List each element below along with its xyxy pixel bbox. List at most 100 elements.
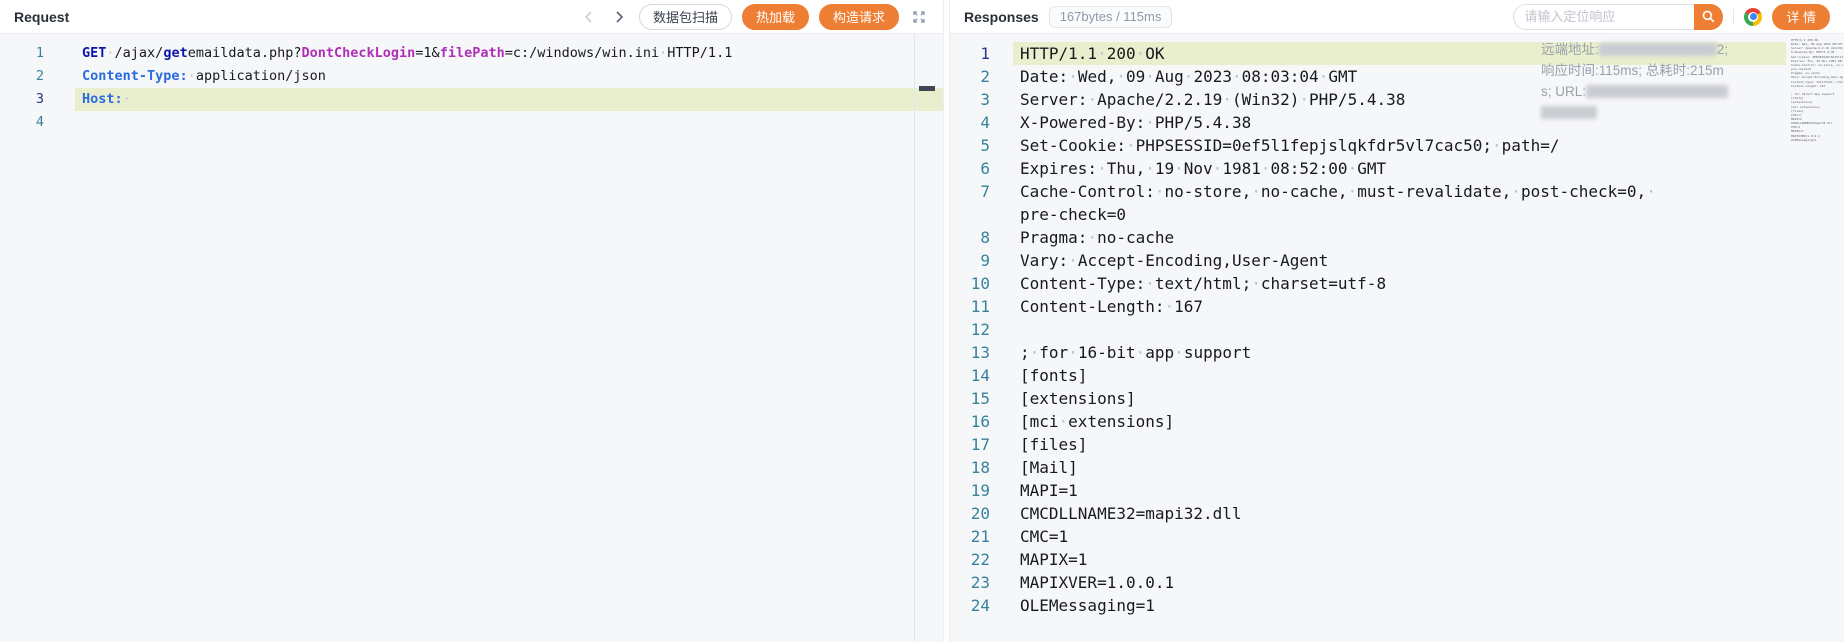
- code-line: 13 ;·for·16-bit·app·support: [950, 341, 1844, 364]
- line-content: [extensions]: [1013, 387, 1786, 410]
- line-content: Date:·Wed,·09·Aug·2023·08:03:04·GMT: [1013, 65, 1786, 88]
- line-number: 2: [950, 65, 990, 88]
- line-content: CMC=1: [1013, 525, 1786, 548]
- code-line: 19MAPI=1: [950, 479, 1844, 502]
- line-content: [mci·extensions]: [1013, 410, 1786, 433]
- line-number: 10: [950, 272, 990, 295]
- search-input[interactable]: [1513, 4, 1694, 30]
- code-line: 22MAPIX=1: [950, 548, 1844, 571]
- code-line: 2 Date:·Wed,·09·Aug·2023·08:03:04·GMT: [950, 65, 1844, 88]
- code-line: 14 [fonts]: [950, 364, 1844, 387]
- line-number: 21: [950, 525, 990, 548]
- line-content: [Mail]: [1013, 456, 1786, 479]
- code-line: 9 Vary:·Accept-Encoding,User-Agent: [950, 249, 1844, 272]
- line-content: MAPIXVER=1.0.0.1: [1013, 571, 1786, 594]
- line-content: X-Powered-By:·PHP/5.4.38: [1013, 111, 1786, 134]
- code-line: 24 OLEMessaging=1: [950, 594, 1844, 617]
- line-number: 2: [0, 65, 44, 88]
- history-next-button[interactable]: [609, 7, 629, 27]
- code-line: 18 [Mail]: [950, 456, 1844, 479]
- line-number: 20: [950, 502, 990, 525]
- build-request-button[interactable]: 构造请求: [819, 4, 899, 30]
- code-line: 21 CMC=1: [950, 525, 1844, 548]
- line-number: 6: [950, 157, 990, 180]
- line-number: 1: [0, 42, 44, 65]
- response-panel: Responses 167bytes / 115ms 详 情 远端地址:2: [950, 0, 1844, 642]
- code-line: 5Set-Cookie:·PHPSESSID=0ef5l1fepjslqkfdr…: [950, 134, 1844, 157]
- line-number: 5: [950, 134, 990, 157]
- details-button[interactable]: 详 情: [1772, 4, 1830, 30]
- code-line: 2 Content-Type:·application/json: [0, 65, 943, 88]
- code-line: 10 Content-Type:·text/html;·charset=utf-8: [950, 272, 1844, 295]
- overview-ruler: [914, 34, 915, 642]
- line-content: Expires:·Thu,·19·Nov·1981·08:52:00·GMT: [1013, 157, 1786, 180]
- line-number: 7: [950, 180, 990, 203]
- code-line: 7 Cache-Control:·no-store,·no-cache,·must…: [950, 180, 1844, 203]
- line-content: CMCDLLNAME32=mapi32.dll: [1013, 502, 1786, 525]
- line-number: 18: [950, 456, 990, 479]
- request-header: Request 数据包扫描 热加载 构造请求: [0, 0, 943, 34]
- line-number: 8: [950, 226, 990, 249]
- code-line: 23 MAPIXVER=1.0.0.1: [950, 571, 1844, 594]
- chevron-left-icon: [582, 10, 596, 24]
- line-content: ;·for·16-bit·app·support: [1013, 341, 1786, 364]
- line-number: 13: [950, 341, 990, 364]
- line-number: 23: [950, 571, 990, 594]
- line-content: Cache-Control:·no-store,·no-cache,·must-…: [1013, 180, 1786, 203]
- chevron-right-icon: [612, 10, 626, 24]
- response-editor[interactable]: 远端地址:2; 响应时间:115ms; 总耗时:215m s; URL: HTT…: [950, 34, 1844, 642]
- line-content: Content-Type:·text/html;·charset=utf-8: [1013, 272, 1786, 295]
- cursor-position-marker: [919, 86, 935, 91]
- line-number: [950, 203, 990, 226]
- code-line: 11 Content-Length:·167: [950, 295, 1844, 318]
- line-content: Vary:·Accept-Encoding,User-Agent: [1013, 249, 1786, 272]
- line-number: 24: [950, 594, 990, 617]
- hot-reload-button[interactable]: 热加载: [742, 4, 809, 30]
- line-content: pre-check=0: [1013, 203, 1786, 226]
- line-content: HTTP/1.1·200·OK: [1013, 42, 1786, 65]
- line-content: OLEMessaging=1: [1013, 594, 1786, 617]
- line-content: Content-Length:·167: [1013, 295, 1786, 318]
- code-line: 4: [0, 111, 943, 134]
- expand-button[interactable]: [909, 7, 929, 27]
- code-line: 20 CMCDLLNAME32=mapi32.dll: [950, 502, 1844, 525]
- request-title: Request: [14, 9, 69, 25]
- code-line: 6 Expires:·Thu,·19·Nov·1981·08:52:00·GMT: [950, 157, 1844, 180]
- code-line: 3Server:·Apache/2.2.19·(Win32)·PHP/5.4.3…: [950, 88, 1844, 111]
- minimap[interactable]: HTTP/1.1 200 OK Date: Wed, 09 Aug 2023 0…: [1791, 38, 1843, 642]
- expand-icon: [911, 9, 927, 25]
- line-number: 12: [950, 318, 990, 341]
- packet-scan-button[interactable]: 数据包扫描: [639, 4, 732, 30]
- line-content: Content-Type:·application/json: [75, 65, 943, 88]
- line-number: 17: [950, 433, 990, 456]
- line-number: 1: [950, 42, 990, 65]
- line-content: [75, 111, 943, 134]
- line-number: 9: [950, 249, 990, 272]
- line-content: MAPIX=1: [1013, 548, 1786, 571]
- code-line: 3Host:·: [0, 88, 943, 111]
- history-prev-button[interactable]: [579, 7, 599, 27]
- search-button[interactable]: [1694, 4, 1723, 30]
- line-number: 11: [950, 295, 990, 318]
- line-number: 15: [950, 387, 990, 410]
- search-icon: [1701, 9, 1716, 24]
- line-number: 4: [0, 111, 44, 134]
- code-line: 12: [950, 318, 1844, 341]
- header-divider: [1733, 9, 1734, 25]
- line-content: MAPI=1: [1013, 479, 1786, 502]
- line-number: 3: [950, 88, 990, 111]
- line-content: [fonts]: [1013, 364, 1786, 387]
- open-in-browser-icon[interactable]: [1744, 8, 1762, 26]
- line-content: [files]: [1013, 433, 1786, 456]
- request-editor[interactable]: 1 GET·/ajax/getemaildata.php?DontCheckLog…: [0, 34, 943, 642]
- response-title: Responses: [964, 9, 1039, 25]
- line-number: 14: [950, 364, 990, 387]
- code-line: pre-check=0: [950, 203, 1844, 226]
- code-line: 16[mci·extensions]: [950, 410, 1844, 433]
- line-content: Host:·: [75, 88, 943, 111]
- line-content: GET·/ajax/getemaildata.php?DontCheckLogi…: [75, 42, 943, 65]
- response-header: Responses 167bytes / 115ms 详 情: [950, 0, 1844, 34]
- code-line: 8Pragma:·no-cache: [950, 226, 1844, 249]
- response-search-group: [1513, 4, 1723, 30]
- panel-resize-handle[interactable]: [943, 0, 950, 642]
